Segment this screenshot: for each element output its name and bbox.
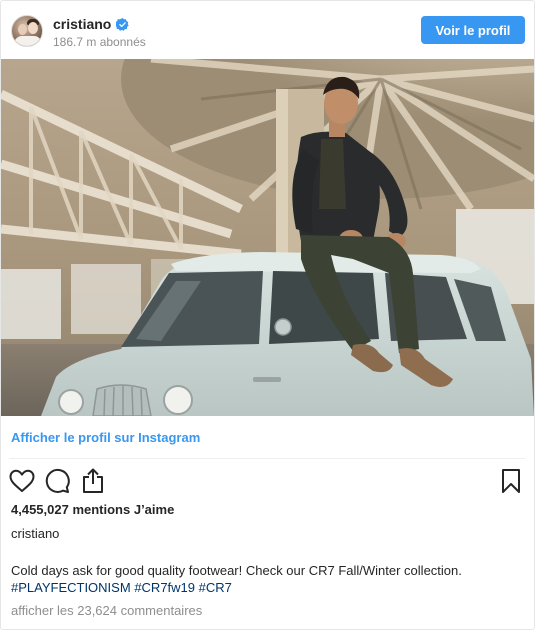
share-icon[interactable] xyxy=(79,467,107,495)
photo-illustration xyxy=(1,59,534,416)
view-profile-button[interactable]: Voir le profil xyxy=(421,16,525,44)
post-header: cristiano 186.7 m abonnés Voir le profil xyxy=(1,1,534,59)
username[interactable]: cristiano xyxy=(53,16,111,32)
hashtag-link[interactable]: #CR7 xyxy=(199,580,232,595)
post-owner[interactable]: cristiano xyxy=(11,526,59,541)
caption-text: Cold days ask for good quality footwear!… xyxy=(11,563,462,578)
hashtag-link[interactable]: #PLAYFECTIONISM xyxy=(11,580,131,595)
view-profile-on-instagram-link[interactable]: Afficher le profil sur Instagram xyxy=(11,430,200,445)
hashtag-link[interactable]: #CR7fw19 xyxy=(134,580,195,595)
post-photo[interactable] xyxy=(1,59,534,416)
username-row: cristiano xyxy=(53,15,130,33)
likes-count[interactable]: 4,455,027 mentions J’aime xyxy=(11,502,174,517)
avatar[interactable] xyxy=(11,15,43,47)
action-bar xyxy=(1,467,534,495)
followers-count: 186.7 m abonnés xyxy=(53,35,146,49)
bookmark-icon[interactable] xyxy=(497,467,525,495)
instagram-embed-card: cristiano 186.7 m abonnés Voir le profil xyxy=(0,0,535,630)
verified-badge-icon xyxy=(115,17,130,31)
view-comments-link[interactable]: afficher les 23,624 commentaires xyxy=(11,603,202,618)
divider xyxy=(9,458,525,459)
comment-icon[interactable] xyxy=(43,467,71,495)
caption: Cold days ask for good quality footwear!… xyxy=(11,562,523,596)
heart-icon[interactable] xyxy=(8,467,36,495)
